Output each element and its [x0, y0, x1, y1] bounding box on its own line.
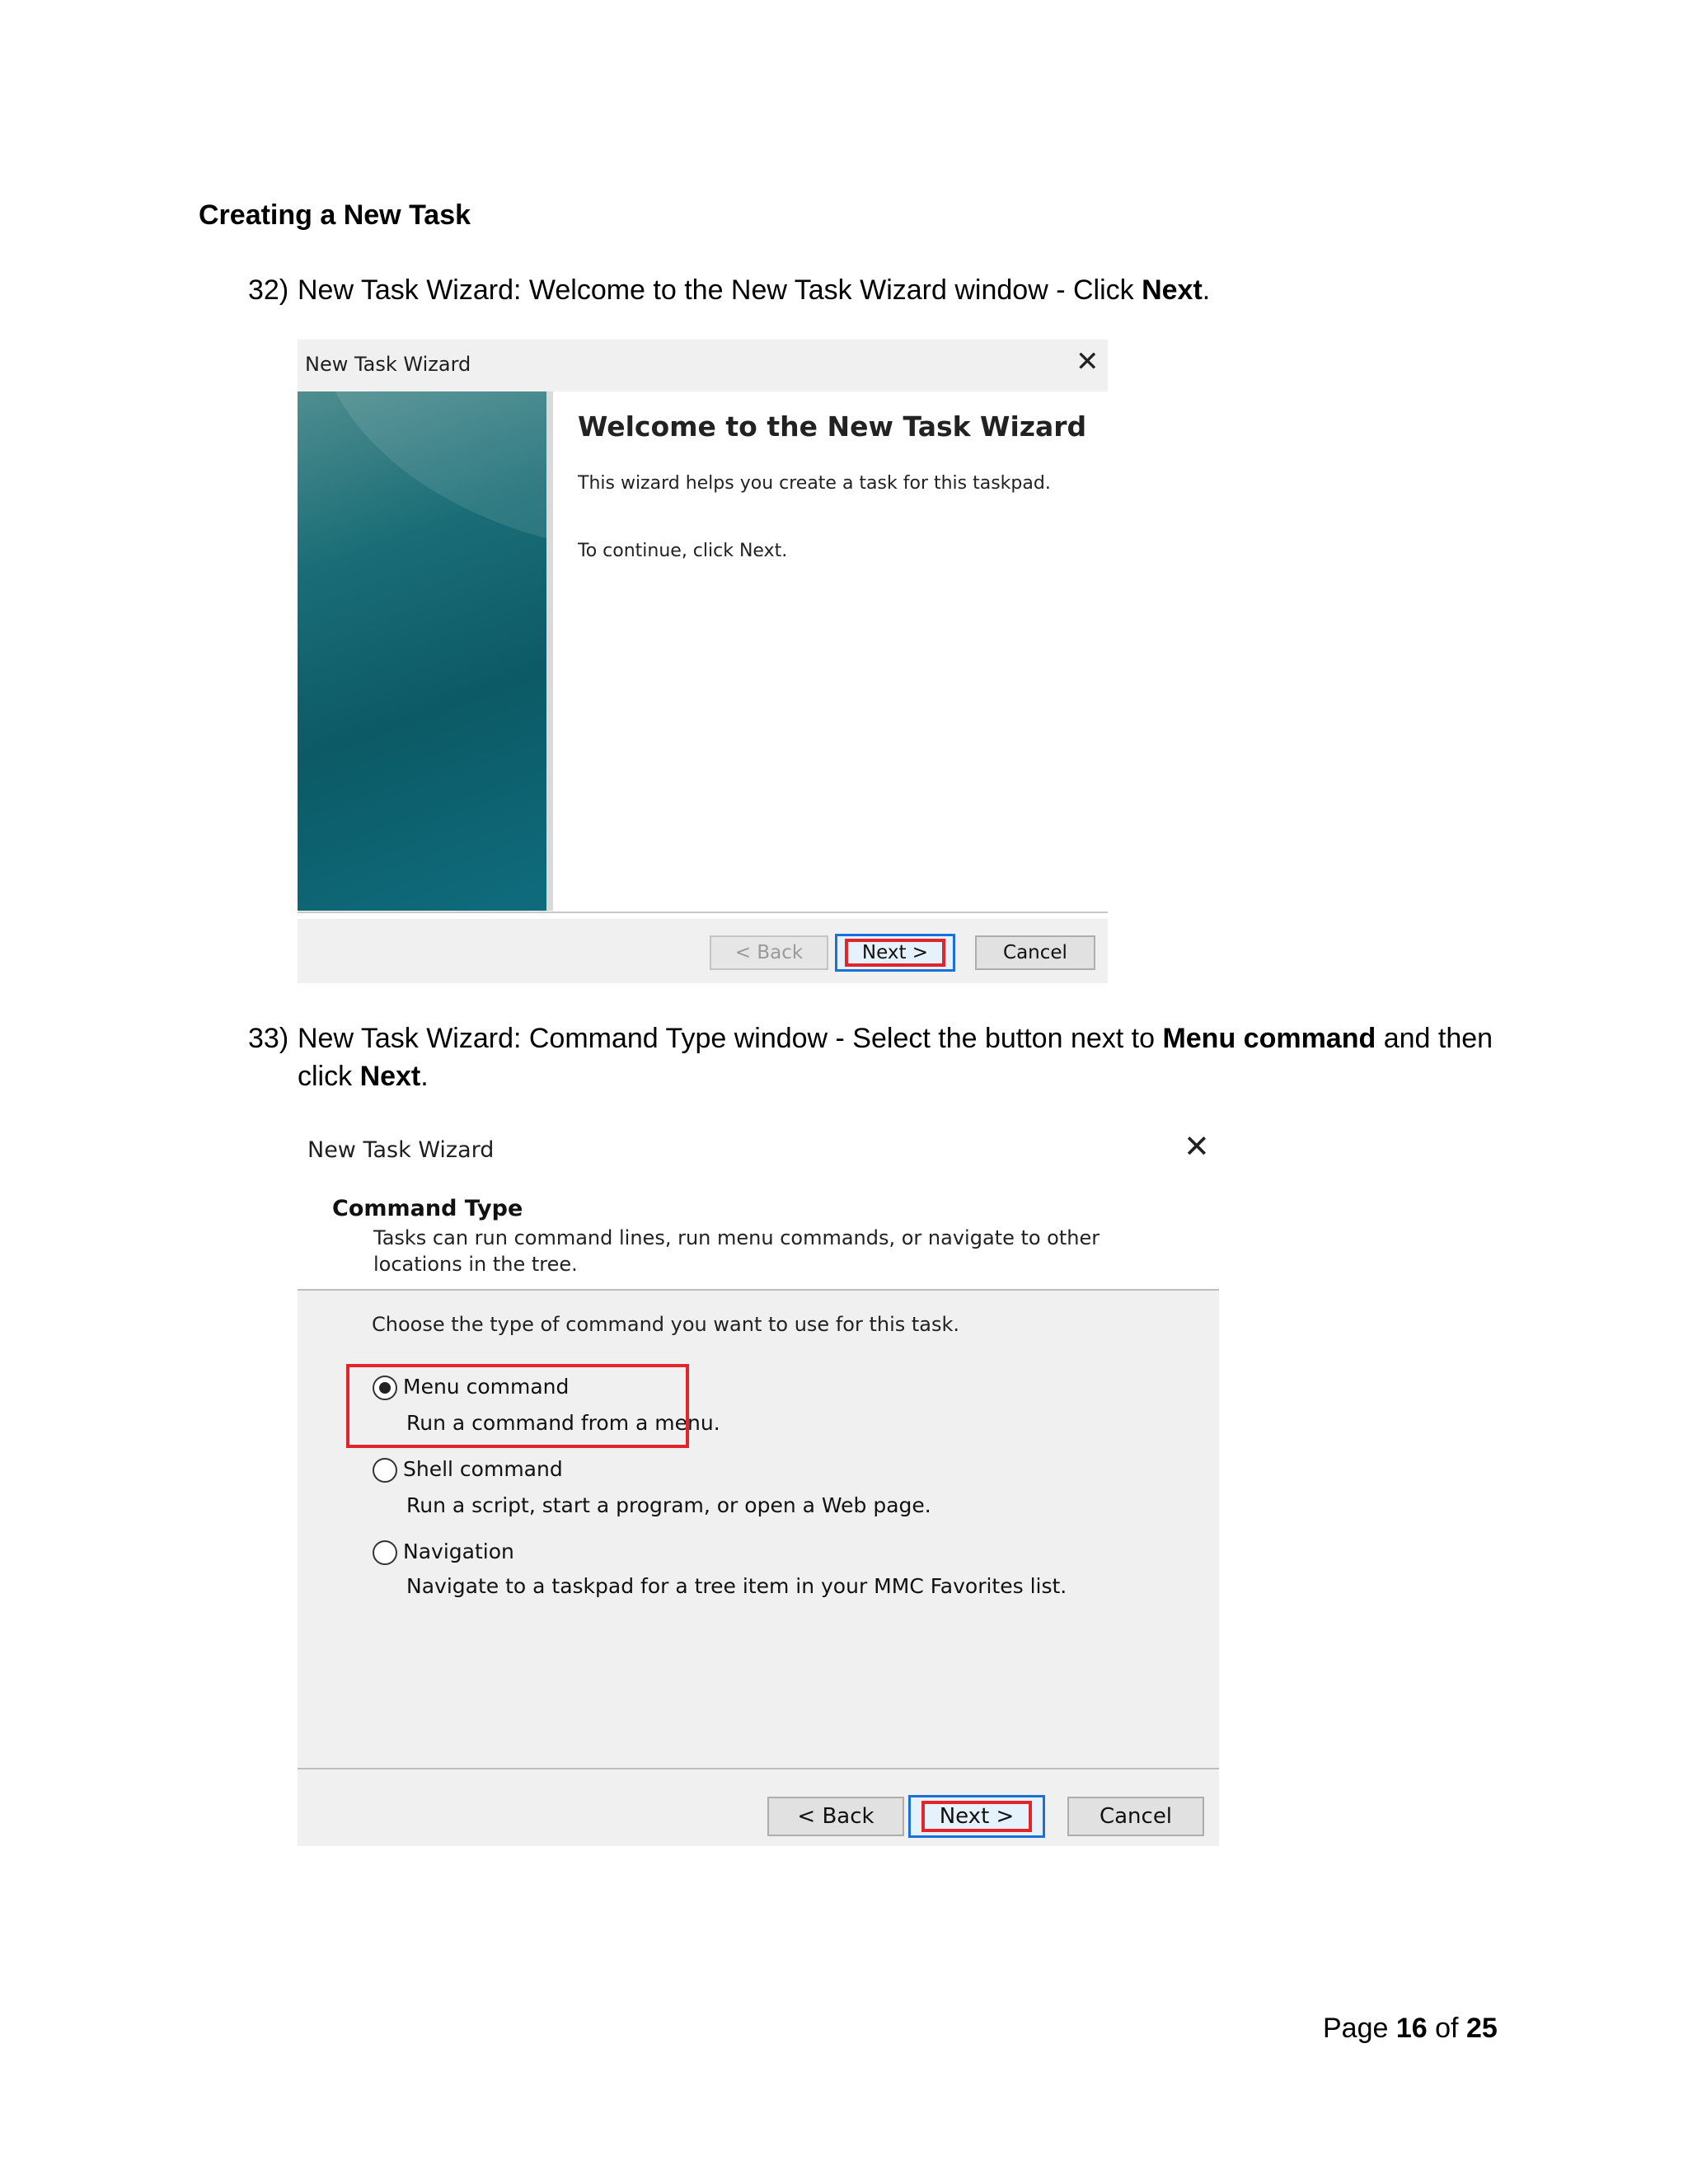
step-text-line2: click Next.: [298, 1061, 429, 1092]
dialog-title: New Task Wizard: [307, 1137, 495, 1163]
new-task-wizard-welcome-dialog: New Task Wizard ✕ Welcome to the New Tas…: [298, 340, 1108, 983]
menu-command-label[interactable]: Menu command: [403, 1375, 569, 1399]
wizard-banner-image: [298, 391, 553, 911]
step-number: 33): [248, 1023, 289, 1054]
step-33: 33) New Task Wizard: Command Type window…: [248, 1019, 1526, 1095]
next-button-label: Next >: [861, 942, 929, 963]
continue-instruction: To continue, click Next.: [578, 541, 788, 561]
next-button[interactable]: Next >: [908, 1795, 1045, 1838]
wizard-content: Welcome to the New Task Wizard This wiza…: [298, 391, 1108, 919]
next-button-label: Next >: [939, 1804, 1015, 1829]
close-icon[interactable]: ✕: [1076, 348, 1100, 376]
next-button[interactable]: Next >: [835, 934, 955, 972]
menu-command-radio[interactable]: [373, 1376, 397, 1400]
welcome-title: Welcome to the New Task Wizard: [578, 410, 1087, 443]
dialog-title: New Task Wizard: [305, 353, 471, 376]
cancel-button[interactable]: Cancel: [1067, 1797, 1204, 1836]
menu-command-description: Run a command from a menu.: [406, 1411, 720, 1435]
step-text: New Task Wizard: Welcome to the New Task…: [298, 274, 1211, 306]
shell-command-description: Run a script, start a program, or open a…: [406, 1493, 931, 1517]
navigation-description: Navigate to a taskpad for a tree item in…: [406, 1574, 1067, 1598]
back-button[interactable]: < Back: [767, 1797, 904, 1836]
footer-divider: [298, 1768, 1219, 1769]
footer-divider: [298, 912, 1108, 913]
navigation-radio[interactable]: [373, 1540, 397, 1565]
section-description: Tasks can run command lines, run menu co…: [373, 1226, 1100, 1276]
command-type-prompt: Choose the type of command you want to u…: [372, 1313, 960, 1336]
section-title: Command Type: [332, 1196, 523, 1221]
header-divider: [298, 1289, 1219, 1291]
wizard-description: This wizard helps you create a task for …: [578, 473, 1051, 494]
new-task-wizard-command-type-dialog: New Task Wizard ✕ Command Type Tasks can…: [298, 1125, 1219, 1846]
back-button[interactable]: < Back: [710, 935, 828, 970]
cancel-button[interactable]: Cancel: [975, 935, 1095, 970]
shell-command-radio[interactable]: [373, 1458, 397, 1483]
shell-command-label[interactable]: Shell command: [403, 1457, 563, 1481]
step-text-line1: New Task Wizard: Command Type window - S…: [298, 1023, 1493, 1054]
section-heading: Creating a New Task: [199, 199, 471, 231]
step-32: 32) New Task Wizard: Welcome to the New …: [248, 271, 1237, 309]
page-number: Page 16 of 25: [1323, 2013, 1498, 2044]
close-icon[interactable]: ✕: [1184, 1131, 1210, 1162]
step-number: 32): [248, 274, 289, 306]
navigation-label[interactable]: Navigation: [403, 1540, 514, 1563]
